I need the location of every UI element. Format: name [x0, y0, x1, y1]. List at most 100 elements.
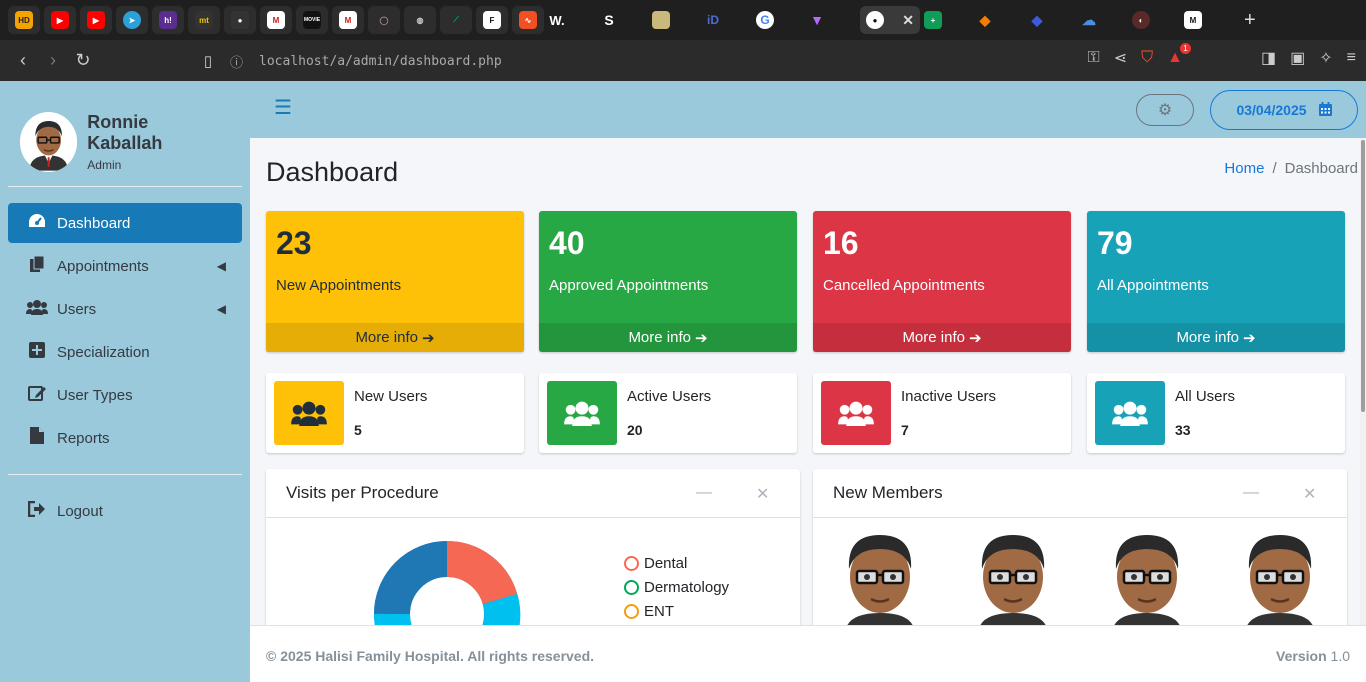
- member-avatar[interactable]: [1102, 525, 1192, 625]
- back-icon[interactable]: ‹: [8, 50, 38, 71]
- tab-youtube[interactable]: ▶: [80, 6, 112, 34]
- donut-segment[interactable]: [482, 593, 521, 625]
- tab-orange[interactable]: ◆: [976, 6, 1024, 34]
- diamond-icon: ◆: [979, 11, 991, 28]
- brave-shield-icon[interactable]: ⛉: [1141, 49, 1153, 67]
- chevron-left-icon[interactable]: ◀: [217, 259, 226, 273]
- tab-movie[interactable]: MOVIE: [296, 6, 328, 34]
- tab-cloud[interactable]: ☁: [1080, 6, 1128, 34]
- tab-telegram[interactable]: ➤: [116, 6, 148, 34]
- donut-segment[interactable]: [374, 613, 412, 625]
- collapse-icon[interactable]: —: [1243, 484, 1259, 502]
- main-content: Dashboard Home / Dashboard 23 New Appointm…: [250, 138, 1358, 625]
- tab-medium[interactable]: M: [1184, 6, 1232, 34]
- sidebar-item-user-types[interactable]: User Types: [8, 375, 242, 415]
- date-button[interactable]: 03/04/2025: [1210, 90, 1358, 130]
- tab-youtube[interactable]: ▶: [44, 6, 76, 34]
- more-info-link[interactable]: More info ➔: [813, 323, 1071, 352]
- sidebar-item-reports[interactable]: Reports: [8, 418, 242, 458]
- tab-chart[interactable]: ∿: [512, 6, 544, 34]
- user-name[interactable]: Ronnie Kaballah: [87, 112, 222, 154]
- tab-vite[interactable]: ▼: [808, 6, 856, 34]
- github-icon: ●: [231, 11, 249, 29]
- chevron-left-icon[interactable]: ◀: [217, 302, 226, 316]
- stat-box-cancelled-appointments: 16 Cancelled Appointments More info ➔: [813, 211, 1071, 352]
- member-avatar[interactable]: [835, 525, 925, 625]
- close-icon[interactable]: ✕: [902, 12, 914, 29]
- sidebar-item-label: Users: [57, 300, 97, 318]
- more-info-link[interactable]: More info ➔: [1087, 323, 1345, 352]
- tab-circle[interactable]: ◯: [368, 6, 400, 34]
- bookmark-icon[interactable]: ▯: [193, 52, 223, 70]
- scrollbar[interactable]: [1360, 138, 1366, 625]
- tab-framer[interactable]: F: [476, 6, 508, 34]
- tab-image[interactable]: [652, 6, 700, 34]
- reload-icon[interactable]: ↻: [68, 50, 98, 71]
- sidebar-item-users[interactable]: Users ◀: [8, 289, 242, 329]
- tab-pen[interactable]: ⟋: [440, 6, 472, 34]
- gear-icon: ⚙: [1157, 102, 1173, 119]
- version-number: 1.0: [1330, 648, 1350, 664]
- close-icon[interactable]: ✕: [756, 484, 769, 504]
- card-title: New Members: [833, 483, 943, 502]
- tab-gmail[interactable]: M: [332, 6, 364, 34]
- scrollbar-thumb[interactable]: [1361, 140, 1365, 412]
- member-avatar[interactable]: [968, 525, 1058, 625]
- brave-icon: ◐: [1132, 11, 1150, 29]
- tab-blue[interactable]: ◆: [1028, 6, 1076, 34]
- more-info-link[interactable]: More info ➔: [266, 323, 524, 352]
- address-bar[interactable]: ⓘ localhost/a/admin/dashboard.php: [230, 48, 990, 74]
- donut-segment-dental[interactable]: [446, 540, 518, 605]
- tab-mt[interactable]: mt: [188, 6, 220, 34]
- avatar[interactable]: [20, 111, 78, 172]
- tab-globe[interactable]: ◍: [404, 6, 436, 34]
- menu-icon[interactable]: ≡: [1347, 49, 1356, 67]
- tab-github[interactable]: ●: [224, 6, 256, 34]
- version-info: Version 1.0: [1276, 648, 1350, 664]
- tab-google[interactable]: G: [756, 6, 804, 34]
- sidebar-toggle-icon[interactable]: ◨: [1261, 48, 1276, 68]
- stat-value: 40: [549, 225, 585, 261]
- share-icon[interactable]: ⋖: [1114, 48, 1127, 68]
- key-icon[interactable]: ⚿: [1088, 49, 1100, 67]
- tab-w[interactable]: W.: [548, 6, 596, 34]
- url-text[interactable]: localhost/a/admin/dashboard.php: [259, 54, 502, 69]
- more-info-link[interactable]: More info ➔: [539, 323, 797, 352]
- breadcrumb-home-link[interactable]: Home: [1224, 160, 1264, 177]
- hamburger-menu-icon[interactable]: ☰: [274, 95, 292, 120]
- legend-item-dermatology[interactable]: Dermatology: [624, 575, 729, 599]
- rewards-icon[interactable]: ▲ 1: [1167, 43, 1191, 67]
- new-tab-button[interactable]: +: [1244, 9, 1256, 32]
- donut-segment[interactable]: [374, 541, 448, 615]
- users-icon: [1095, 381, 1165, 445]
- legend-item-ent[interactable]: ENT: [624, 599, 729, 623]
- tab-hashnode[interactable]: h!: [152, 6, 184, 34]
- forward-icon[interactable]: ›: [38, 50, 68, 71]
- legend-label: Dermatology: [644, 578, 730, 596]
- tab-brave[interactable]: ◐: [1132, 6, 1180, 34]
- tab-sheets[interactable]: +: [924, 6, 972, 34]
- wallet-icon[interactable]: ▣: [1290, 48, 1305, 68]
- member-avatar[interactable]: [1235, 525, 1325, 625]
- sidebar-item-dashboard[interactable]: Dashboard: [8, 203, 242, 243]
- card-header: Visits per Procedure — ✕: [266, 469, 800, 518]
- sidebar-item-specialization[interactable]: Specialization: [8, 332, 242, 372]
- leo-icon[interactable]: ✧: [1319, 48, 1332, 68]
- chart-legend: Dental Dermatology ENT: [624, 551, 729, 623]
- more-info-text: More info: [902, 329, 965, 346]
- sidebar-item-appointments[interactable]: Appointments ◀: [8, 246, 242, 286]
- tab-gmail[interactable]: M: [260, 6, 292, 34]
- tab-s[interactable]: S: [600, 6, 648, 34]
- tab-id[interactable]: iD: [704, 6, 752, 34]
- users-icon: [547, 381, 617, 445]
- legend-item-dental[interactable]: Dental: [624, 551, 729, 575]
- collapse-icon[interactable]: —: [696, 484, 712, 502]
- tab-active-github[interactable]: ● ✕: [860, 6, 920, 34]
- info-icon[interactable]: ⓘ: [230, 52, 243, 71]
- card-title: Visits per Procedure: [286, 483, 439, 502]
- settings-button[interactable]: ⚙: [1136, 94, 1194, 126]
- close-icon[interactable]: ✕: [1303, 484, 1316, 504]
- sign-out-icon: [26, 500, 48, 522]
- tab-hd[interactable]: HD: [8, 6, 40, 34]
- sidebar-item-logout[interactable]: Logout: [8, 491, 242, 531]
